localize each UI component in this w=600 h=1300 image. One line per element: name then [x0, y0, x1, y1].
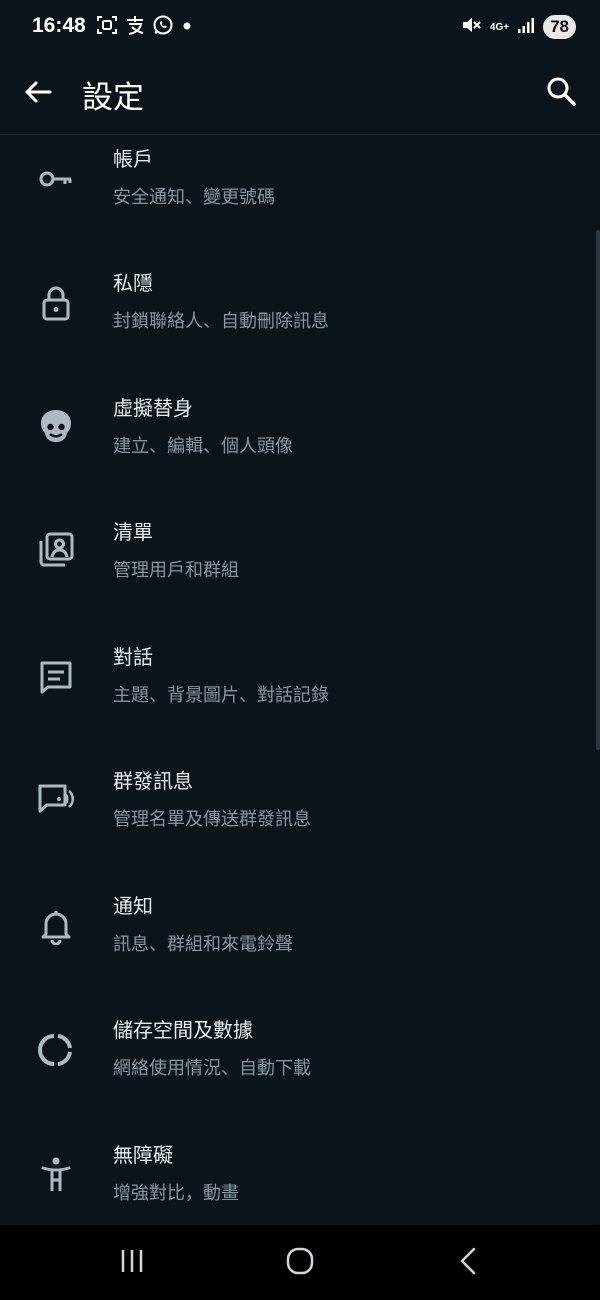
- settings-item-subtitle: 封鎖聯絡人、自動刪除訊息: [113, 311, 329, 332]
- back-nav-button[interactable]: [448, 1247, 488, 1279]
- settings-screen: 16:48 4G+ 78 設定 帳戶 安全通知、變更號碼 私隱 封鎖聯絡人、自動…: [0, 0, 600, 1300]
- navigation-bar: [0, 1225, 600, 1300]
- settings-item-subtitle: 安全通知、變更號碼: [113, 187, 275, 208]
- settings-item-title: 儲存空間及數據: [113, 1018, 253, 1042]
- settings-item-subtitle: 網絡使用情況、自動下載: [113, 1058, 311, 1079]
- settings-item-broadcasts[interactable]: 群發訊息 管理名單及傳送群發訊息: [0, 749, 600, 874]
- settings-item-storage[interactable]: 儲存空間及數據 網絡使用情況、自動下載: [0, 998, 600, 1123]
- settings-item-subtitle: 管理名單及傳送群發訊息: [113, 809, 311, 830]
- settings-item-title: 清單: [113, 520, 153, 544]
- settings-item-account[interactable]: 帳戶 安全通知、變更號碼: [0, 135, 600, 251]
- settings-item-title: 對話: [113, 644, 153, 669]
- whatsapp-icon: [152, 14, 174, 36]
- settings-item-accessibility[interactable]: 無障礙 增強對比，動畫: [0, 1123, 600, 1226]
- home-icon: [285, 1246, 315, 1280]
- settings-item-title: 無障礙: [113, 1142, 173, 1167]
- storage-icon: [36, 1030, 76, 1070]
- page-title: 設定: [82, 80, 144, 116]
- settings-item-chats[interactable]: 對話 主題、背景圖片、對話記錄: [0, 625, 600, 750]
- scrollbar[interactable]: [596, 230, 600, 750]
- settings-item-subtitle: 增強對比，動畫: [113, 1182, 239, 1204]
- settings-item-notifications[interactable]: 通知 訊息、群組和來電鈴聲: [0, 874, 600, 999]
- chevron-left-icon: [456, 1246, 480, 1280]
- home-button[interactable]: [280, 1247, 320, 1279]
- accessibility-icon: [36, 1155, 76, 1195]
- signal-icon: [517, 16, 535, 38]
- key-icon: [36, 159, 76, 199]
- settings-item-avatar[interactable]: 虛擬替身 建立、編輯、個人頭像: [0, 376, 600, 501]
- lock-icon: [36, 283, 76, 323]
- settings-item-title: 虛擬替身: [113, 395, 193, 420]
- network-label: 4G+: [489, 21, 510, 33]
- status-right-icons: 4G+ 78: [460, 14, 576, 40]
- settings-item-title: 帳戶: [113, 147, 153, 171]
- settings-item-title: 通知: [113, 893, 153, 918]
- settings-list: 帳戶 安全通知、變更號碼 私隱 封鎖聯絡人、自動刪除訊息 虛擬替身 建立、編輯、…: [0, 135, 600, 1225]
- chat-icon: [36, 657, 76, 697]
- contact-list-icon: [36, 530, 76, 570]
- settings-item-subtitle: 主題、背景圖片、對話記錄: [113, 684, 329, 706]
- arrow-left-icon: [20, 81, 56, 114]
- status-bar: 16:48 4G+ 78: [0, 0, 600, 58]
- recent-apps-button[interactable]: [112, 1247, 152, 1279]
- search-icon: [544, 77, 578, 112]
- settings-item-privacy[interactable]: 私隱 封鎖聯絡人、自動刪除訊息: [0, 251, 600, 376]
- settings-item-title: 群發訊息: [113, 769, 193, 793]
- app-bar: 設定: [0, 58, 600, 135]
- settings-item-title: 私隱: [113, 271, 153, 295]
- back-button[interactable]: [20, 74, 56, 110]
- status-time: 16:48: [32, 14, 86, 37]
- avatar-icon: [36, 406, 76, 446]
- recent-apps-icon: [117, 1247, 147, 1279]
- mute-icon: [460, 14, 482, 40]
- status-notification-icons: [96, 14, 194, 36]
- settings-item-subtitle: 訊息、群組和來電鈴聲: [113, 933, 293, 955]
- bell-icon: [36, 906, 76, 946]
- settings-item-subtitle: 管理用戶和群組: [113, 560, 239, 581]
- settings-item-lists[interactable]: 清單 管理用戶和群組: [0, 500, 600, 625]
- screenshot-icon: [96, 14, 118, 36]
- search-button[interactable]: [544, 74, 578, 108]
- alipay-icon: [124, 14, 146, 36]
- broadcast-icon: [36, 779, 76, 819]
- dot-icon: [180, 14, 194, 36]
- settings-item-subtitle: 建立、編輯、個人頭像: [113, 435, 293, 457]
- battery-level: 78: [543, 15, 576, 39]
